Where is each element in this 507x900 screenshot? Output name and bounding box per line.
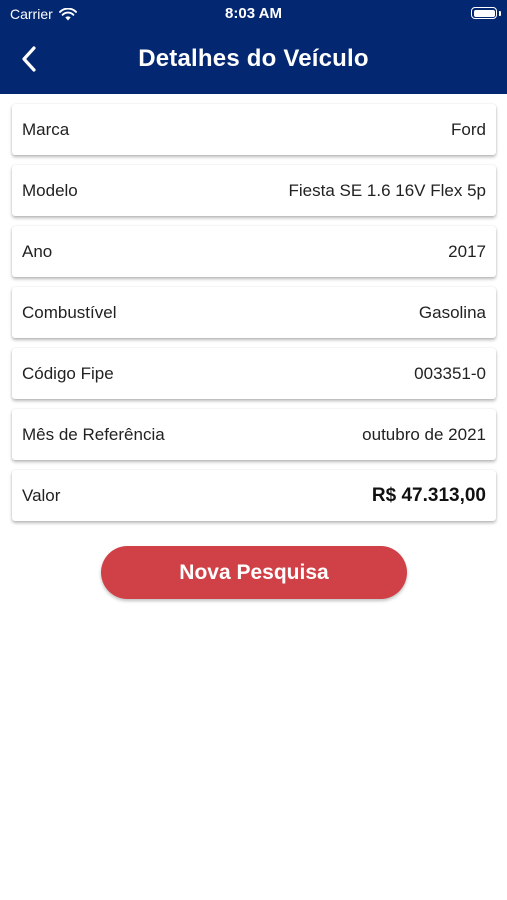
detail-row-marca: Marca Ford (12, 104, 496, 155)
detail-value: 2017 (448, 241, 486, 261)
detail-row-mes-referencia: Mês de Referência outubro de 2021 (12, 409, 496, 460)
detail-label: Modelo (22, 180, 78, 200)
battery-fill (473, 9, 495, 17)
detail-value: Gasolina (418, 302, 486, 322)
detail-row-ano: Ano 2017 (12, 226, 496, 277)
price-value: R$ 47.313,00 (371, 484, 486, 506)
detail-label: Mês de Referência (22, 424, 165, 444)
detail-label: Combustível (22, 302, 117, 322)
detail-value: 003351-0 (414, 363, 486, 383)
page-title: Detalhes do Veículo (138, 45, 369, 72)
battery-tip (499, 11, 501, 16)
status-bar: Carrier 8:03 AM (0, 0, 507, 28)
navigation-bar: Detalhes do Veículo (0, 28, 507, 94)
detail-row-modelo: Modelo Fiesta SE 1.6 16V Flex 5p (12, 165, 496, 216)
detail-label: Ano (22, 241, 53, 261)
detail-row-valor: Valor R$ 47.313,00 (12, 470, 496, 521)
battery-icon (471, 7, 497, 19)
detail-label: Valor (22, 485, 61, 505)
detail-label: Marca (22, 119, 70, 139)
detail-value: outubro de 2021 (362, 424, 486, 444)
app-header: Carrier 8:03 AM Detalhes do Veículo (0, 0, 507, 94)
detail-label: Código Fipe (22, 363, 114, 383)
detail-value: Fiesta SE 1.6 16V Flex 5p (288, 180, 487, 200)
status-time: 8:03 AM (225, 5, 282, 22)
detail-row-combustivel: Combustível Gasolina (12, 287, 496, 338)
new-search-button[interactable]: Nova Pesquisa (101, 546, 407, 599)
vehicle-details-list: Marca Ford Modelo Fiesta SE 1.6 16V Flex… (12, 104, 496, 531)
detail-row-codigo-fipe: Código Fipe 003351-0 (12, 348, 496, 399)
detail-value: Ford (451, 119, 486, 139)
